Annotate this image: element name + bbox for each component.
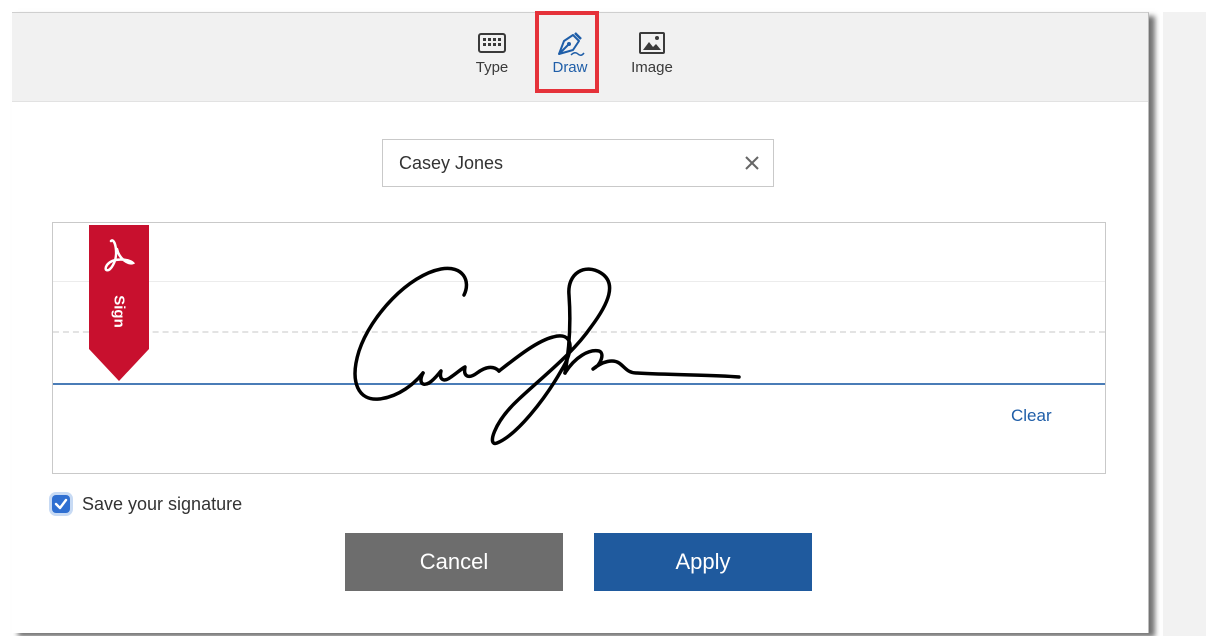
clear-signature-link[interactable]: Clear: [1011, 406, 1052, 426]
tab-type[interactable]: Type: [462, 23, 522, 85]
save-signature-checkbox[interactable]: [52, 495, 70, 513]
name-field: [382, 139, 774, 187]
apply-button[interactable]: Apply: [594, 533, 812, 591]
pen-nib-icon: [558, 32, 585, 57]
cancel-button[interactable]: Cancel: [345, 533, 563, 591]
name-input[interactable]: [399, 140, 729, 186]
keyboard-icon: [478, 33, 506, 53]
signature-dialog: Type Draw Image Casey Jones Sign Clear S…: [12, 11, 1149, 633]
image-icon: [639, 32, 665, 54]
tab-draw-label: Draw: [552, 59, 588, 76]
background-strip: [1163, 12, 1206, 636]
signature-mode-bar: Type Draw Image: [12, 11, 1148, 102]
close-icon[interactable]: [741, 152, 763, 174]
tab-image[interactable]: Image: [622, 23, 682, 85]
save-signature-label: Save your signature: [82, 494, 243, 514]
tab-draw[interactable]: Draw: [540, 23, 600, 85]
tab-type-label: Type: [475, 59, 509, 76]
signature-draw-area[interactable]: Sign Clear: [52, 222, 1106, 474]
checkmark-icon: [54, 498, 68, 510]
drawn-signature: [353, 266, 741, 446]
tab-image-label: Image: [631, 59, 673, 76]
